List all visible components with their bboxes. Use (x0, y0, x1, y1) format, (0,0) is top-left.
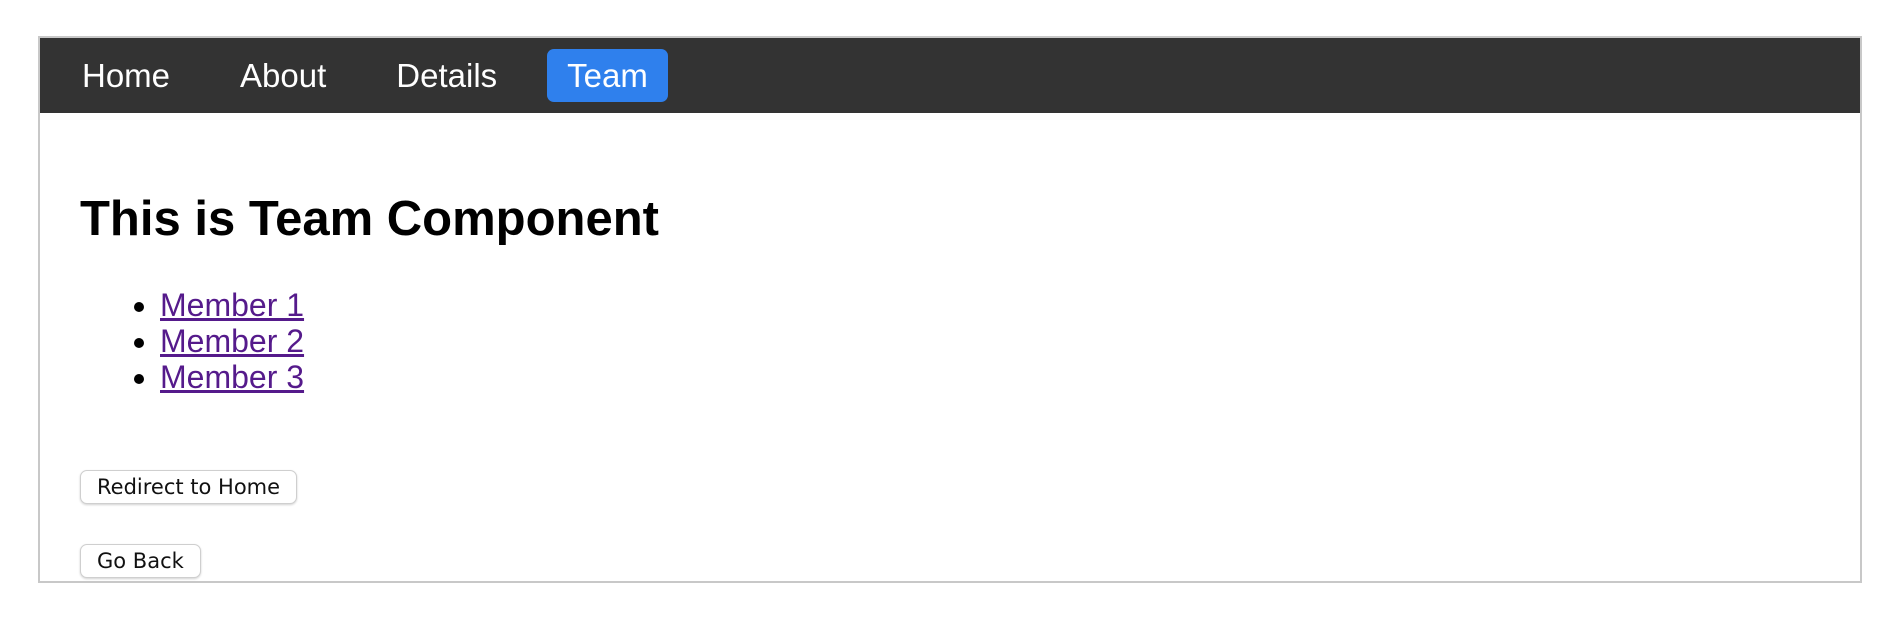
navbar: Home About Details Team (40, 38, 1860, 113)
nav-link-home[interactable]: Home (62, 49, 190, 102)
nav-link-team[interactable]: Team (547, 49, 668, 102)
page-title: This is Team Component (80, 192, 659, 246)
nav-link-details[interactable]: Details (376, 49, 517, 102)
redirect-home-button[interactable]: Redirect to Home (80, 470, 298, 504)
nav-link-about[interactable]: About (220, 49, 346, 102)
go-back-button[interactable]: Go Back (80, 544, 201, 578)
list-item: Member 3 (160, 359, 304, 395)
list-item: Member 2 (160, 323, 304, 359)
app-frame: Home About Details Team This is Team Com… (38, 36, 1862, 583)
member-link-1[interactable]: Member 1 (160, 287, 304, 323)
member-list: Member 1 Member 2 Member 3 (80, 287, 304, 395)
list-item: Member 1 (160, 287, 304, 323)
member-link-2[interactable]: Member 2 (160, 323, 304, 359)
member-link-3[interactable]: Member 3 (160, 359, 304, 395)
